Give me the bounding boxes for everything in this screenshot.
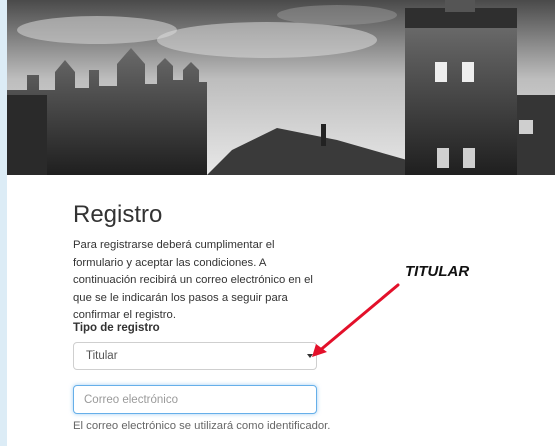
page-title: Registro (73, 201, 163, 228)
annotation-label: TITULAR (405, 263, 470, 280)
header-banner-image (7, 0, 555, 175)
registration-type-value: Titular (86, 350, 118, 362)
email-field[interactable] (73, 385, 317, 414)
registration-type-select[interactable]: Titular (73, 342, 317, 370)
page-frame: Registro Para registrarse deberá cumplim… (7, 0, 555, 446)
email-help-text: El correo electrónico se utilizará como … (73, 420, 331, 432)
registration-type-label: Tipo de registro (73, 322, 160, 334)
intro-text: Para registrarse deberá cumplimentar el … (73, 239, 313, 321)
chevron-down-icon (307, 354, 313, 358)
